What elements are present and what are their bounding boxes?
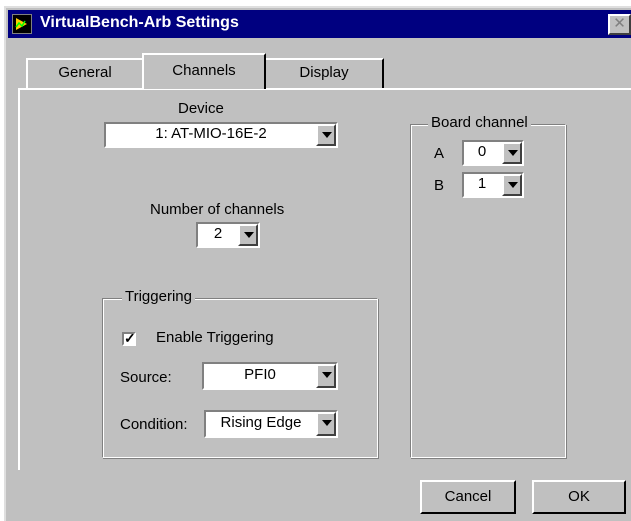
device-label: Device xyxy=(178,100,224,117)
close-button[interactable]: ✕ xyxy=(608,14,631,35)
chevron-down-icon[interactable] xyxy=(316,124,336,146)
condition-label: Condition: xyxy=(120,416,188,433)
title-bar[interactable]: VirtualBench-Arb Settings xyxy=(8,10,631,38)
chevron-down-icon[interactable] xyxy=(238,224,258,246)
source-value: PFI0 xyxy=(244,366,276,383)
chevron-down-icon[interactable] xyxy=(316,364,336,388)
tab-label: Channels xyxy=(172,62,236,79)
channel-a-value: 0 xyxy=(477,143,487,160)
source-select[interactable]: PFI0 xyxy=(202,362,338,390)
device-value: 1: AT-MIO-16E-2 xyxy=(155,125,267,142)
tab-channels[interactable]: Channels xyxy=(142,53,266,89)
tab-general[interactable]: General xyxy=(26,58,144,88)
channel-a-select[interactable]: 0 xyxy=(462,140,524,166)
number-of-channels-label: Number of channels xyxy=(150,201,285,218)
tab-display[interactable]: Display xyxy=(264,58,384,88)
condition-value: Rising Edge xyxy=(220,414,302,431)
cancel-button-label: Cancel xyxy=(444,488,492,505)
condition-select[interactable]: Rising Edge xyxy=(204,410,338,438)
channel-b-value: 1 xyxy=(477,175,487,192)
channels-panel: Device 1: AT-MIO-16E-2 Number of channel… xyxy=(18,88,631,470)
chevron-down-icon[interactable] xyxy=(502,174,522,196)
app-icon xyxy=(12,14,32,34)
channel-b-label: B xyxy=(434,177,445,194)
cancel-button[interactable]: Cancel xyxy=(420,480,516,514)
device-select[interactable]: 1: AT-MIO-16E-2 xyxy=(104,122,338,148)
source-label: Source: xyxy=(120,369,172,386)
channel-a-label: A xyxy=(434,145,445,162)
check-icon: ✓ xyxy=(124,330,136,346)
chevron-down-icon[interactable] xyxy=(502,142,522,164)
close-icon: ✕ xyxy=(613,15,626,32)
channel-b-select[interactable]: 1 xyxy=(462,172,524,198)
chevron-down-icon[interactable] xyxy=(316,412,336,436)
triggering-group-title: Triggering xyxy=(122,288,195,305)
tab-label: Display xyxy=(299,64,349,81)
enable-triggering-label: Enable Triggering xyxy=(156,329,274,346)
ok-button[interactable]: OK xyxy=(532,480,626,514)
number-of-channels-select[interactable]: 2 xyxy=(196,222,260,248)
number-of-channels-value: 2 xyxy=(213,225,223,242)
board-channel-group-title: Board channel xyxy=(428,114,531,131)
window-title: VirtualBench-Arb Settings xyxy=(40,14,239,31)
tab-label: General xyxy=(58,64,112,81)
ok-button-label: OK xyxy=(568,488,590,505)
enable-triggering-checkbox[interactable]: ✓ xyxy=(122,330,136,346)
